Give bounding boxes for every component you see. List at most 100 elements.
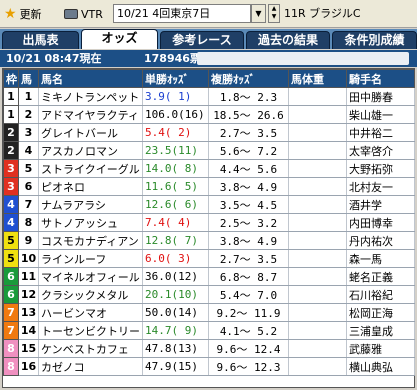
place-odds: 9.6～ 12.3 bbox=[208, 357, 289, 376]
race-select[interactable]: 10/21 4回東京7日 bbox=[113, 4, 251, 23]
horse-weight bbox=[288, 249, 347, 268]
win-odds: 7.4( 4) bbox=[142, 213, 209, 232]
col-waku: 枠 bbox=[3, 69, 19, 88]
waku-cell: 2 bbox=[3, 123, 19, 142]
horse-weight bbox=[288, 321, 347, 340]
table-row[interactable]: 1 2 アドマイヤラクティ 106.0(16) 18.5～ 26.6 柴山雄一 bbox=[3, 105, 415, 124]
place-odds: 2.7～ 3.5 bbox=[208, 249, 289, 268]
tab-entries[interactable]: 出馬表 bbox=[2, 31, 79, 49]
col-win-odds[interactable]: 単勝ｵｯｽﾞ bbox=[142, 69, 209, 88]
table-row[interactable]: 8 15 ケンベストカフェ 47.8(13) 9.6～ 12.4 武藤雅 bbox=[3, 339, 415, 358]
horse-name: ナムラアラシ bbox=[38, 195, 143, 214]
horse-weight bbox=[288, 231, 347, 250]
col-place-odds[interactable]: 複勝ｵｯｽﾞ bbox=[208, 69, 289, 88]
jockey-name: 中井裕二 bbox=[346, 123, 415, 142]
horse-weight bbox=[288, 123, 347, 142]
horse-number: 10 bbox=[18, 249, 39, 268]
horse-number: 6 bbox=[18, 177, 39, 196]
win-odds: 47.9(15) bbox=[142, 357, 209, 376]
table-row[interactable]: 6 11 マイネルオフィール 36.0(12) 6.8～ 8.7 蛯名正義 bbox=[3, 267, 415, 286]
waku-cell: 8 bbox=[3, 339, 19, 358]
place-odds: 6.8～ 8.7 bbox=[208, 267, 289, 286]
win-odds: 14.7( 9) bbox=[142, 321, 209, 340]
timestamp: 10/21 08:47現在 bbox=[6, 52, 102, 65]
waku-cell: 1 bbox=[3, 87, 19, 106]
horse-weight bbox=[288, 285, 347, 304]
waku-cell: 6 bbox=[3, 267, 19, 286]
odds-table-container: 枠 馬 馬名 単勝ｵｯｽﾞ 複勝ｵｯｽﾞ 馬体重 騎手名 1 1 ミキノトランペット… bbox=[2, 68, 415, 388]
horse-name: グレイトバール bbox=[38, 123, 143, 142]
jockey-name: 内田博幸 bbox=[346, 213, 415, 232]
vtr-button[interactable]: VTR bbox=[64, 4, 103, 24]
horse-name: ラインルーフ bbox=[38, 249, 143, 268]
table-row[interactable]: 8 16 カゼノコ 47.9(15) 9.6～ 12.3 横山典弘 bbox=[3, 357, 415, 376]
chevron-down-icon[interactable]: ▼ bbox=[251, 4, 266, 23]
waku-cell: 4 bbox=[3, 195, 19, 214]
horse-number: 14 bbox=[18, 321, 39, 340]
horse-name: ストライクイーグル bbox=[38, 159, 143, 178]
status-bar: 10/21 08:47現在 178946票 bbox=[0, 50, 417, 67]
race-label: 11R ブラジルC bbox=[284, 7, 361, 20]
table-row[interactable]: 7 14 トーセンビクトリー 14.7( 9) 4.1～ 5.2 三浦皇成 bbox=[3, 321, 415, 340]
table-row[interactable]: 4 8 サトノアッシュ 7.4( 4) 2.5～ 3.2 内田博幸 bbox=[3, 213, 415, 232]
jockey-name: 蛯名正義 bbox=[346, 267, 415, 286]
waku-cell: 6 bbox=[3, 285, 19, 304]
horse-number: 2 bbox=[18, 105, 39, 124]
horse-name: ミキノトランペット bbox=[38, 87, 143, 106]
win-odds: 50.0(14) bbox=[142, 303, 209, 322]
win-odds: 6.0( 3) bbox=[142, 249, 209, 268]
table-row[interactable]: 6 12 クラシックメタル 20.1(10) 5.4～ 7.0 石川裕紀 bbox=[3, 285, 415, 304]
horse-number: 7 bbox=[18, 195, 39, 214]
horse-weight bbox=[288, 177, 347, 196]
table-row[interactable]: 2 4 アスカノロマン 23.5(11) 5.6～ 7.2 太宰啓介 bbox=[3, 141, 415, 160]
tab-odds[interactable]: オッズ bbox=[81, 29, 158, 49]
horse-name: トーセンビクトリー bbox=[38, 321, 143, 340]
horse-name: コスモカナディアン bbox=[38, 231, 143, 250]
win-odds: 12.6( 6) bbox=[142, 195, 209, 214]
spin-up-icon[interactable]: ▲ bbox=[269, 5, 279, 13]
horse-number: 15 bbox=[18, 339, 39, 358]
horse-number: 3 bbox=[18, 123, 39, 142]
horse-weight bbox=[288, 159, 347, 178]
waku-cell: 4 bbox=[3, 213, 19, 232]
table-row[interactable]: 2 3 グレイトバール 5.4( 2) 2.7～ 3.5 中井裕二 bbox=[3, 123, 415, 142]
win-odds: 23.5(11) bbox=[142, 141, 209, 160]
col-name: 馬名 bbox=[38, 69, 143, 88]
update-button[interactable]: ★ 更新 bbox=[4, 4, 42, 24]
horse-name: アスカノロマン bbox=[38, 141, 143, 160]
place-odds: 5.4～ 7.0 bbox=[208, 285, 289, 304]
horse-name: ピオネロ bbox=[38, 177, 143, 196]
waku-cell: 7 bbox=[3, 321, 19, 340]
table-row[interactable]: 5 10 ラインルーフ 6.0( 3) 2.7～ 3.5 森一馬 bbox=[3, 249, 415, 268]
tab-conditional-stats[interactable]: 条件別成績 bbox=[332, 31, 417, 49]
table-row[interactable]: 3 6 ピオネロ 11.6( 5) 3.8～ 4.9 北村友一 bbox=[3, 177, 415, 196]
table-row[interactable]: 7 13 ハービンマオ 50.0(14) 9.2～ 11.9 松岡正海 bbox=[3, 303, 415, 322]
tab-reference-race[interactable]: 参考レース bbox=[160, 31, 244, 49]
horse-weight bbox=[288, 213, 347, 232]
spin-down-icon[interactable]: ▼ bbox=[269, 13, 279, 21]
horse-number: 5 bbox=[18, 159, 39, 178]
horse-weight bbox=[288, 303, 347, 322]
jockey-name: 大野拓弥 bbox=[346, 159, 415, 178]
waku-cell: 8 bbox=[3, 357, 19, 376]
waku-cell: 7 bbox=[3, 303, 19, 322]
table-row[interactable]: 5 9 コスモカナディアン 12.8( 7) 3.8～ 4.9 丹内祐次 bbox=[3, 231, 415, 250]
place-odds: 18.5～ 26.6 bbox=[208, 105, 289, 124]
table-row[interactable]: 4 7 ナムラアラシ 12.6( 6) 3.5～ 4.5 酒井学 bbox=[3, 195, 415, 214]
progress-bar bbox=[197, 52, 409, 65]
win-odds: 3.9( 1) bbox=[142, 87, 209, 106]
update-label: 更新 bbox=[19, 8, 42, 21]
tab-past-results[interactable]: 過去の結果 bbox=[246, 31, 330, 49]
jockey-name: 森一馬 bbox=[346, 249, 415, 268]
win-odds: 12.8( 7) bbox=[142, 231, 209, 250]
table-row[interactable]: 1 1 ミキノトランペット 3.9( 1) 1.8～ 2.3 田中勝春 bbox=[3, 87, 415, 106]
tv-icon bbox=[64, 9, 78, 19]
win-odds: 5.4( 2) bbox=[142, 123, 209, 142]
race-spinner[interactable]: ▲ ▼ bbox=[268, 4, 280, 23]
horse-weight bbox=[288, 141, 347, 160]
horse-weight bbox=[288, 87, 347, 106]
win-odds: 14.0( 8) bbox=[142, 159, 209, 178]
table-row[interactable]: 3 5 ストライクイーグル 14.0( 8) 4.4～ 5.6 大野拓弥 bbox=[3, 159, 415, 178]
place-odds: 3.8～ 4.9 bbox=[208, 231, 289, 250]
place-odds: 9.6～ 12.4 bbox=[208, 339, 289, 358]
